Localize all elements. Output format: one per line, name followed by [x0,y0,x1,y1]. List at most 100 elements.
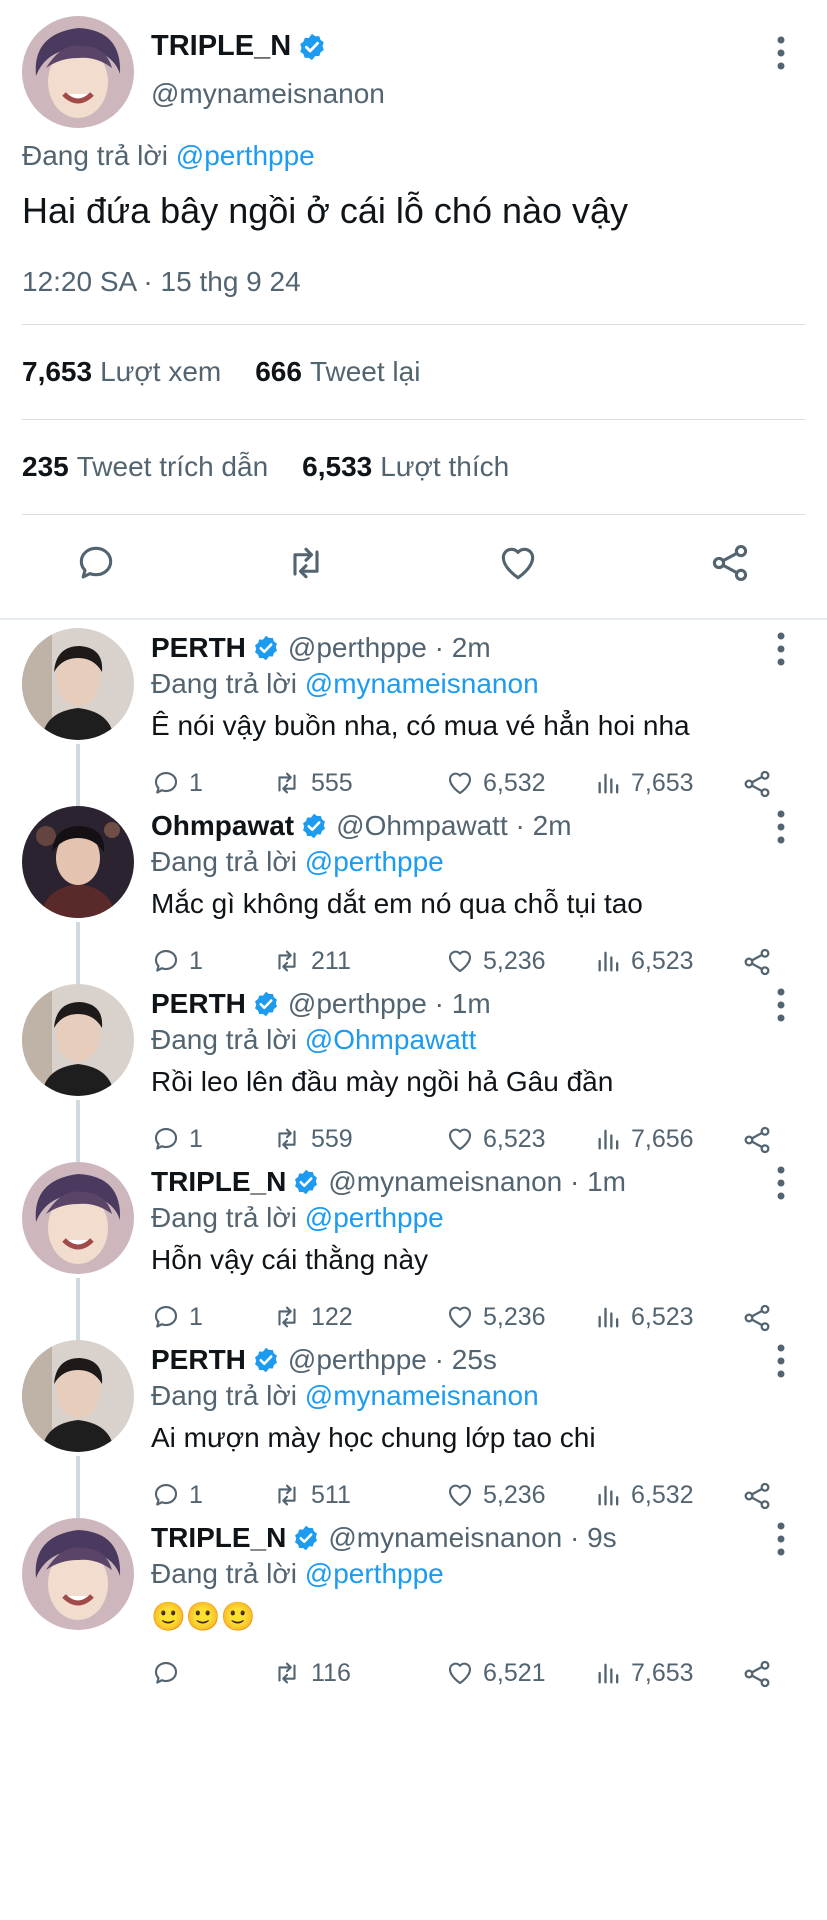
verified-badge-icon [303,813,326,839]
tweet-timestamp[interactable]: 12:20 SA · 15 thg 9 24 [22,266,301,298]
retweet-action[interactable]: 559 [271,1124,353,1154]
like-action[interactable]: 5,236 [445,1302,546,1332]
quotes-label[interactable]: Tweet trích dẫn [77,451,268,483]
author-handle[interactable]: @mynameisnanon [151,78,385,110]
replying-to: Đang trả lời @perthppe [151,1558,444,1590]
avatar[interactable] [22,16,134,128]
more-vertical-icon[interactable] [776,1522,786,1556]
heart-icon [448,1662,472,1685]
reply-action[interactable]: 1 [151,1480,203,1510]
views-count: 7,653 [631,768,694,797]
author-name[interactable]: Ohmpawat [151,810,294,842]
share-icon [744,1304,770,1332]
like-action[interactable]: 6,532 [445,768,546,798]
share-action[interactable] [741,768,781,800]
retweet-action[interactable]: 122 [271,1302,353,1332]
share-action[interactable] [741,1480,781,1512]
share-action[interactable] [741,1658,781,1690]
author-handle[interactable]: @perthppe · 25s [288,1344,497,1376]
replying-to-link[interactable]: @mynameisnanon [305,1380,539,1411]
replying-to: Đang trả lời @Ohmpawatt [151,1024,476,1056]
likes-label[interactable]: Lượt thích [380,451,509,483]
reply-action[interactable]: 1 [151,1302,203,1332]
retweet-action[interactable]: 116 [271,1658,351,1688]
author-handle[interactable]: @mynameisnanon · 1m [328,1166,626,1198]
avatar[interactable] [22,1340,134,1452]
like-action[interactable]: 5,236 [445,1480,546,1510]
author-name[interactable]: PERTH [151,632,246,664]
author-name[interactable]: TRIPLE_N [151,30,291,63]
replying-to-link[interactable]: @perthppe [305,1558,444,1589]
more-vertical-icon[interactable] [776,988,786,1022]
share-action[interactable] [741,1124,781,1156]
author-name[interactable]: TRIPLE_N [151,1522,286,1554]
verified-badge-icon [300,33,324,60]
views-action[interactable]: 6,523 [595,946,694,976]
views-icon [598,773,619,794]
author-handle[interactable]: @perthppe · 1m [288,988,491,1020]
verified-badge-icon [254,1347,277,1373]
likes-count[interactable]: 6,533 [302,451,372,483]
tweet-text: Ai mượn mày học chung lớp tao chi [151,1422,596,1453]
quotes-count[interactable]: 235 [22,451,69,483]
replying-to-link[interactable]: @perthppe [305,1202,444,1233]
author-handle[interactable]: @mynameisnanon · 9s [328,1522,616,1554]
reply-icon[interactable] [74,541,118,585]
author-name[interactable]: TRIPLE_N [151,1166,286,1198]
retweets-count[interactable]: 666 [255,356,302,388]
views-action[interactable]: 6,532 [595,1480,694,1510]
like-action[interactable]: 5,236 [445,946,546,976]
views-action[interactable]: 7,653 [595,768,694,798]
reply-tweet[interactable]: TRIPLE_N @mynameisnanon · 9s Đang trả lờ… [0,1510,827,1728]
stats-row-1: 7,653 Lượt xem 666 Tweet lại [22,356,454,388]
heart-icon[interactable] [496,541,540,585]
avatar[interactable] [22,628,134,740]
reply-action[interactable]: 1 [151,946,203,976]
replying-to-link[interactable]: @mynameisnanon [305,668,539,699]
like-count: 6,521 [483,1658,546,1687]
retweet-count: 555 [311,768,353,797]
avatar[interactable] [22,1518,134,1630]
views-action[interactable]: 6,523 [595,1302,694,1332]
share-icon[interactable] [708,541,752,585]
more-vertical-icon[interactable] [776,36,786,70]
views-action[interactable]: 7,653 [595,1658,694,1688]
replying-to-link[interactable]: @perthppe [305,846,444,877]
more-vertical-icon[interactable] [776,1344,786,1378]
share-action[interactable] [741,1302,781,1334]
more-vertical-icon[interactable] [776,632,786,666]
avatar[interactable] [22,806,134,918]
reply-action[interactable]: 1 [151,1124,203,1154]
heart-icon [448,1484,472,1507]
author-handle[interactable]: @Ohmpawatt · 2m [336,810,571,842]
like-action[interactable]: 6,523 [445,1124,546,1154]
like-count: 6,532 [483,768,546,797]
share-action[interactable] [741,946,781,978]
reply-action[interactable]: 1 [151,768,203,798]
retweet-icon [278,1306,296,1328]
tweet-text: Hỗn vậy cái thằng này [151,1244,429,1275]
like-action[interactable]: 6,521 [445,1658,546,1688]
tweet-text: Rồi leo lên đầu mày ngồi hả Gâu đần [151,1066,614,1097]
retweet-icon[interactable] [284,541,328,585]
reply-action[interactable] [151,1658,189,1688]
views-action[interactable]: 7,656 [595,1124,694,1154]
author-name[interactable]: PERTH [151,1344,246,1376]
author-handle[interactable]: @perthppe · 2m [288,632,491,664]
author-name[interactable]: PERTH [151,988,246,1020]
retweet-action[interactable]: 555 [271,768,353,798]
more-vertical-icon[interactable] [776,1166,786,1200]
avatar[interactable] [22,1162,134,1274]
retweet-icon [278,1128,296,1150]
views-count: 6,532 [631,1480,694,1509]
retweet-action[interactable]: 511 [271,1480,351,1510]
retweets-label[interactable]: Tweet lại [310,356,421,388]
tweet-text: 🙂🙂🙂 [151,1601,256,1632]
more-vertical-icon[interactable] [776,810,786,844]
replying-to-link[interactable]: @perthppe [176,140,315,171]
divider [22,419,805,420]
replying-to-link[interactable]: @Ohmpawatt [305,1024,477,1055]
retweet-action[interactable]: 211 [271,946,351,976]
avatar[interactable] [22,984,134,1096]
replying-label: Đang trả lời [22,140,168,171]
